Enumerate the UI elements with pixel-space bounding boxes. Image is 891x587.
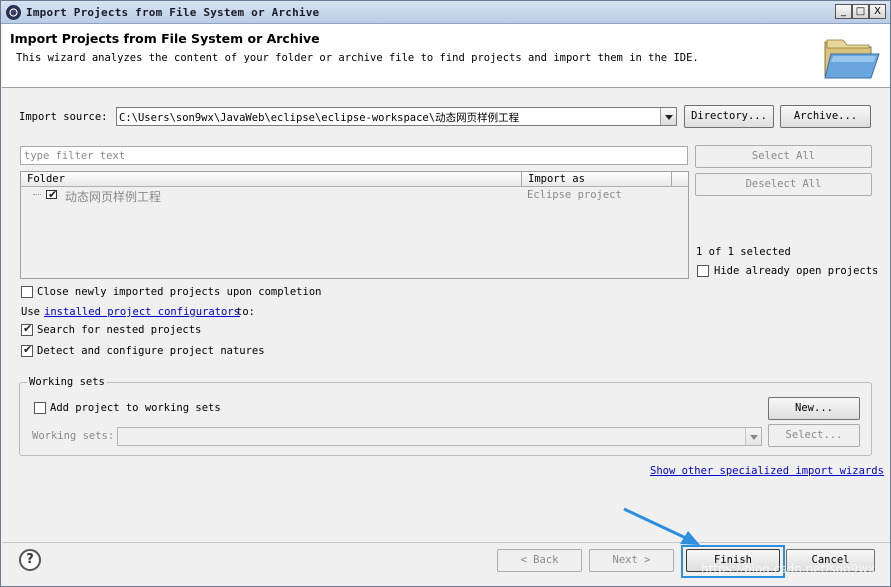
detect-natures-checkbox[interactable] bbox=[21, 343, 33, 357]
select-all-button[interactable]: Select All bbox=[695, 145, 872, 168]
wizard-page-title: Import Projects from File System or Arch… bbox=[10, 31, 320, 46]
row-checkbox[interactable] bbox=[46, 188, 57, 201]
filter-placeholder: type filter text bbox=[24, 150, 126, 162]
filter-input[interactable]: type filter text bbox=[20, 146, 688, 165]
column-separator bbox=[521, 172, 522, 187]
working-sets-label: Working sets: bbox=[32, 430, 115, 442]
archive-button[interactable]: Archive... bbox=[780, 105, 871, 128]
select-working-set-button[interactable]: Select... bbox=[768, 424, 860, 447]
deselect-all-button[interactable]: Deselect All bbox=[695, 173, 872, 196]
close-button[interactable]: X bbox=[869, 4, 886, 19]
row-import-as: Eclipse project bbox=[527, 189, 622, 201]
close-imported-label: Close newly imported projects upon compl… bbox=[37, 286, 322, 298]
column-header-folder[interactable]: Folder bbox=[27, 173, 65, 185]
table-row[interactable]: 动态网页样例工程 Eclipse project bbox=[21, 188, 688, 204]
import-wizard-window: Import Projects from File System or Arch… bbox=[0, 0, 891, 587]
tree-connector bbox=[33, 194, 41, 195]
column-header-import-as[interactable]: Import as bbox=[528, 173, 585, 185]
add-to-working-sets-checkbox[interactable] bbox=[34, 402, 46, 414]
projects-table[interactable]: Folder Import as 动态网页样例工程 Eclipse projec… bbox=[20, 171, 689, 279]
show-import-wizards-link[interactable]: Show other specialized import wizards bbox=[650, 465, 884, 477]
working-sets-combo[interactable] bbox=[117, 427, 762, 446]
next-button[interactable]: Next > bbox=[589, 549, 674, 572]
search-nested-checkbox[interactable] bbox=[21, 322, 33, 336]
maximize-button[interactable]: □ bbox=[852, 4, 869, 19]
footer-separator bbox=[2, 542, 890, 543]
help-icon[interactable]: ? bbox=[19, 549, 41, 571]
chevron-down-icon[interactable] bbox=[745, 428, 761, 445]
hide-open-checkbox[interactable] bbox=[697, 265, 709, 277]
configurators-link[interactable]: installed project configurators bbox=[44, 306, 240, 318]
close-imported-checkbox[interactable] bbox=[21, 286, 33, 298]
working-sets-title: Working sets bbox=[27, 376, 107, 388]
add-to-working-sets-label: Add project to working sets bbox=[50, 402, 221, 414]
directory-button[interactable]: Directory... bbox=[684, 105, 774, 128]
back-button[interactable]: < Back bbox=[497, 549, 582, 572]
watermark-text: https://blog.csdn.net/son9wx bbox=[701, 562, 876, 576]
minimize-button[interactable]: _ bbox=[835, 4, 852, 19]
column-separator bbox=[671, 172, 672, 187]
import-source-value: C:\Users\son9wx\JavaWeb\eclipse\eclipse-… bbox=[119, 112, 520, 124]
import-source-label: Import source: bbox=[19, 111, 108, 123]
table-header: Folder Import as bbox=[21, 172, 688, 187]
wizard-header: Import Projects from File System or Arch… bbox=[2, 24, 890, 88]
hide-open-label: Hide already open projects bbox=[714, 265, 879, 277]
import-source-combo[interactable]: C:\Users\son9wx\JavaWeb\eclipse\eclipse-… bbox=[116, 107, 677, 126]
selection-status: 1 of 1 selected bbox=[696, 246, 791, 258]
row-folder-name: 动态网页样例工程 bbox=[65, 190, 162, 204]
new-working-set-button[interactable]: New... bbox=[768, 397, 860, 420]
folder-open-icon bbox=[824, 39, 880, 79]
use-label: Use bbox=[21, 306, 40, 318]
wizard-description: This wizard analyzes the content of your… bbox=[16, 52, 699, 64]
use-suffix-label: to: bbox=[236, 306, 255, 318]
window-title: Import Projects from File System or Arch… bbox=[26, 6, 320, 19]
title-bar[interactable]: Import Projects from File System or Arch… bbox=[1, 1, 890, 24]
chevron-down-icon[interactable] bbox=[660, 108, 676, 125]
annotation-arrow-icon bbox=[623, 507, 700, 545]
search-nested-label: Search for nested projects bbox=[37, 324, 202, 336]
eclipse-icon bbox=[6, 5, 21, 20]
detect-natures-label: Detect and configure project natures bbox=[37, 345, 265, 357]
